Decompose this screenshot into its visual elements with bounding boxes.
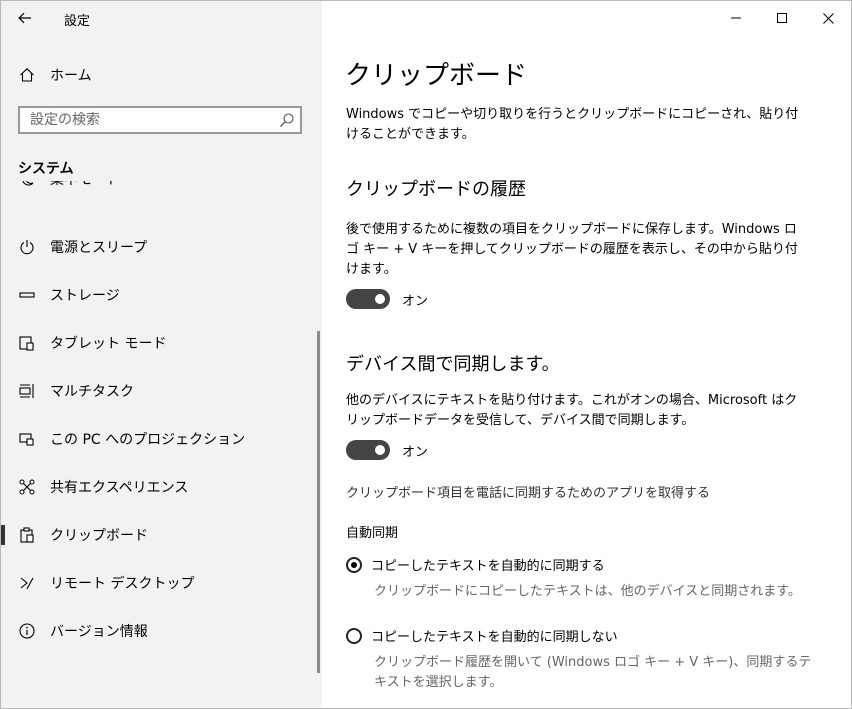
sidebar-item-label: 共有エクスペリエンス [50,480,189,496]
tablet-mode-icon [18,334,36,352]
sidebar-item-shared-experiences[interactable]: 共有エクスペリエンス [1,467,317,507]
history-toggle-switch[interactable] [346,289,390,309]
sidebar-item-label: リモート デスクトップ [50,576,195,592]
sidebar-scrollbar[interactable] [317,331,320,673]
back-arrow-icon [18,12,31,24]
sidebar-item-focus-assist[interactable]: 集中モード [1,181,317,199]
sync-toggle-switch[interactable] [346,440,390,460]
section-title: システム [18,161,74,177]
moon-icon [18,181,36,188]
sidebar-item-label: マルチタスク [50,384,134,400]
sidebar-item-projection[interactable]: この PC へのプロジェクション [1,419,317,459]
radio-label: コピーしたテキストを自動的に同期しない [371,630,618,645]
minimize-button[interactable] [713,1,759,35]
sidebar-item-remote-desktop[interactable]: リモート デスクトップ [1,563,317,603]
sidebar-nav-list: 集中モード 電源とスリープ ストレージ タブレット モード [1,181,317,701]
radio-description: クリップボード履歴を開いて (Windows ロゴ キー + V キー)、同期す… [374,655,812,690]
radio-button-unchecked[interactable] [346,627,362,644]
close-icon [822,12,834,24]
maximize-button[interactable] [759,1,805,35]
storage-icon [18,286,36,304]
sidebar-item-storage[interactable]: ストレージ [1,275,317,315]
sidebar-item-clipboard[interactable]: クリップボード [1,515,317,555]
main-content: クリップボード Windows でコピーや切り取りを行うとクリップボードにコピー… [322,1,851,708]
multitasking-icon [18,382,36,400]
search-input[interactable] [20,108,280,132]
window-controls [713,1,851,35]
power-icon [18,238,36,256]
sidebar-item-label: バージョン情報 [50,624,148,640]
sidebar-item-label: ホーム [50,68,92,84]
sidebar-item-label: 電源とスリープ [50,240,148,256]
shared-experiences-icon [18,478,36,496]
sidebar-item-tablet-mode[interactable]: タブレット モード [1,323,317,363]
back-button[interactable] [11,5,39,31]
sidebar-item-label: ストレージ [50,288,120,304]
radio-no-auto-sync[interactable]: コピーしたテキストを自動的に同期しない [346,626,618,645]
minimize-icon [731,17,741,19]
clipboard-icon [18,526,36,544]
remote-desktop-icon [18,574,36,592]
radio-auto-sync[interactable]: コピーしたテキストを自動的に同期する [346,555,605,574]
auto-sync-title: 自動同期 [346,526,399,541]
sync-heading: デバイス間で同期します。 [346,354,560,375]
page-title: クリップボード [345,61,528,91]
home-icon [18,66,36,84]
sync-toggle[interactable]: オン [346,440,428,460]
app-title: 設定 [64,14,91,29]
sync-description: 他のデバイスにテキストを貼り付けます。これがオンの場合、Microsoft はク… [346,393,798,428]
history-heading: クリップボードの履歴 [346,179,526,200]
maximize-icon [777,13,787,23]
sidebar-item-label: この PC へのプロジェクション [50,432,246,448]
sidebar-item-power-sleep[interactable]: 電源とスリープ [1,227,317,267]
sidebar-item-label: タブレット モード [50,336,167,352]
sidebar-item-multitasking[interactable]: マルチタスク [1,371,317,411]
search-box[interactable] [18,106,302,134]
radio-label: コピーしたテキストを自動的に同期する [371,559,605,574]
projection-icon [18,430,36,448]
history-description: 後で使用するために複数の項目をクリップボードに保存します。Windows ロゴ … [346,222,798,277]
search-icon[interactable] [279,112,295,128]
sidebar: 設定 ホーム システム 集中モード [1,1,322,708]
sidebar-item-home[interactable]: ホーム [1,57,322,93]
radio-button-checked[interactable] [346,556,362,573]
history-toggle-label: オン [402,293,429,309]
title-bar: 設定 [1,1,322,35]
close-button[interactable] [805,1,851,35]
sync-toggle-label: オン [402,444,429,460]
history-toggle[interactable]: オン [346,289,428,309]
sidebar-item-label: クリップボード [50,528,148,544]
sidebar-item-about[interactable]: バージョン情報 [1,611,317,651]
radio-description: クリップボードにコピーしたテキストは、他のデバイスと同期されます。 [374,584,801,599]
sidebar-item-label: 集中モード [50,181,120,189]
intro-text: Windows でコピーや切り取りを行うとクリップボードにコピーされ、貼り付ける… [346,107,799,142]
info-icon [18,622,36,640]
settings-window: 設定 ホーム システム 集中モード [0,0,852,709]
get-phone-app-link[interactable]: クリップボード項目を電話に同期するためのアプリを取得する [346,482,710,501]
